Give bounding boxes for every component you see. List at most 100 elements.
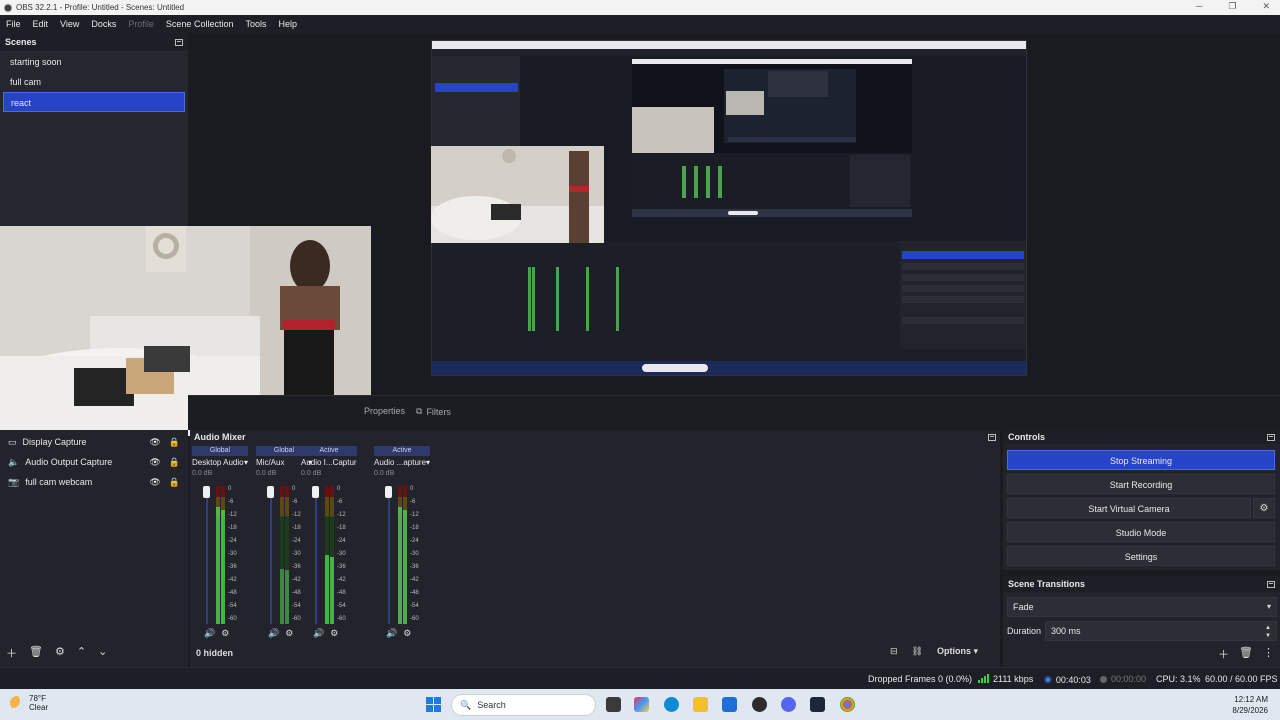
volume-slider-track[interactable]: [388, 486, 390, 624]
meter-scale-label: -60: [337, 616, 346, 622]
add-icon[interactable]: ＋: [1218, 646, 1229, 662]
meter-bar-level: [221, 510, 225, 624]
virtual-camera-settings-gear-icon[interactable]: ⚙: [1253, 498, 1275, 518]
speaker-icon[interactable]: 🔊: [386, 628, 397, 639]
weather-condition: Clear: [29, 703, 49, 712]
duration-spinbox[interactable]: 300 ms ▲ ▼: [1045, 621, 1277, 641]
speaker-icon: 🔈: [8, 456, 20, 467]
menu-view[interactable]: View: [60, 19, 79, 29]
meter-scale-label: -18: [410, 525, 419, 531]
eye-icon[interactable]: 👁: [149, 437, 160, 448]
volume-slider-track[interactable]: [315, 486, 317, 624]
bitrate-value: 2111 kbps: [993, 674, 1034, 684]
channel-settings-icon[interactable]: ⚙: [285, 628, 293, 639]
scene-item-starting-soon[interactable]: starting soon: [3, 52, 185, 72]
volume-slider-thumb[interactable]: [203, 486, 210, 498]
trash-icon[interactable]: 🗑: [29, 645, 43, 661]
windows-start-icon[interactable]: [426, 697, 442, 713]
stop-streaming-button[interactable]: Stop Streaming: [1007, 450, 1275, 470]
studio-mode-button[interactable]: Studio Mode: [1007, 522, 1275, 542]
settings-button[interactable]: Settings: [1007, 546, 1275, 566]
edge-icon[interactable]: [664, 697, 679, 712]
task-view-icon[interactable]: [606, 697, 621, 712]
mixer-options-button[interactable]: Options ▾: [937, 646, 978, 657]
menu-edit[interactable]: Edit: [33, 19, 49, 29]
maximize-icon[interactable]: ❐: [1228, 1, 1236, 12]
scene-item-react[interactable]: react: [3, 92, 185, 112]
channel-name[interactable]: Audio I...Capture▾: [301, 456, 357, 470]
close-icon[interactable]: ✕: [1262, 1, 1270, 12]
speaker-icon[interactable]: 🔊: [268, 628, 279, 639]
steam-icon[interactable]: [810, 697, 825, 712]
meter-scale-label: -18: [228, 525, 237, 531]
start-recording-button[interactable]: Start Recording: [1007, 474, 1275, 494]
mixer-header: Audio Mixer: [190, 430, 1000, 444]
meter-scale-label: 0: [337, 486, 341, 492]
tab-filters[interactable]: ⧉ Filters: [416, 406, 451, 417]
chevron-up-icon[interactable]: ⌃: [77, 645, 86, 661]
app-icon[interactable]: [752, 697, 767, 712]
source-item-webcam[interactable]: 📷 full cam webcam 👁 🔒: [0, 472, 188, 492]
speaker-icon[interactable]: 🔊: [313, 628, 324, 639]
eye-icon[interactable]: 👁: [149, 477, 160, 488]
start-virtual-camera-button[interactable]: Start Virtual Camera: [1007, 498, 1251, 518]
volume-slider-thumb[interactable]: [267, 486, 274, 498]
lock-icon[interactable]: 🔒: [169, 457, 180, 468]
layout-icon[interactable]: ⊟: [890, 646, 898, 657]
lock-icon[interactable]: 🔒: [169, 437, 180, 448]
channel-settings-icon[interactable]: ⚙: [330, 628, 338, 639]
chrome-icon[interactable]: [840, 697, 855, 712]
sources-footer: ＋ 🗑 ⚙ ⌃ ⌄: [6, 645, 107, 661]
minimize-icon[interactable]: ─: [1196, 1, 1202, 12]
source-item-audio-output[interactable]: 🔈 Audio Output Capture 👁 🔒: [0, 452, 188, 472]
scene-item-full-cam[interactable]: full cam: [3, 72, 185, 92]
meter-scale-label: -42: [410, 577, 419, 583]
menu-help[interactable]: Help: [278, 19, 297, 29]
trash-icon[interactable]: 🗑: [1239, 646, 1253, 662]
undock-icon[interactable]: [175, 38, 183, 46]
lock-icon[interactable]: 🔒: [169, 477, 180, 488]
transition-type-value: Fade: [1013, 602, 1034, 612]
channel-settings-icon[interactable]: ⚙: [403, 628, 411, 639]
transition-type-select[interactable]: Fade ▾: [1007, 597, 1277, 617]
source-item-display-capture[interactable]: ▭ Display Capture 👁 🔒: [0, 432, 188, 452]
channel-name[interactable]: Desktop Audio ▾: [192, 456, 248, 470]
meter-scale-label: -54: [292, 603, 301, 609]
link-icon[interactable]: ⛓: [912, 646, 923, 657]
filters-label: Filters: [426, 406, 451, 417]
channel-name[interactable]: Audio ...apture ▾: [374, 456, 430, 470]
menu-file[interactable]: File: [6, 19, 21, 29]
tab-properties[interactable]: Properties: [364, 406, 405, 416]
source-label: Audio Output Capture: [25, 457, 113, 467]
system-clock[interactable]: 12:12 AM 8/29/2026: [1232, 694, 1268, 716]
microsoft-store-icon[interactable]: [722, 697, 737, 712]
menu-tools[interactable]: Tools: [245, 19, 266, 29]
speaker-icon[interactable]: 🔊: [204, 628, 215, 639]
copilot-icon[interactable]: [634, 697, 649, 712]
more-icon[interactable]: ⋮: [1263, 646, 1274, 662]
meter-scale-label: 0: [292, 486, 296, 492]
menu-docks[interactable]: Docks: [91, 19, 116, 29]
meter-scale-label: -36: [228, 564, 237, 570]
channel-settings-icon[interactable]: ⚙: [221, 628, 229, 639]
gear-icon[interactable]: ⚙: [55, 645, 65, 661]
weather-widget[interactable]: 78°F Clear: [10, 694, 48, 712]
discord-icon[interactable]: [781, 697, 796, 712]
volume-slider-track[interactable]: [206, 486, 208, 624]
eye-icon[interactable]: 👁: [149, 457, 160, 468]
meter-scale-label: -36: [337, 564, 346, 570]
volume-slider-track[interactable]: [270, 486, 272, 624]
volume-slider-thumb[interactable]: [312, 486, 319, 498]
undock-icon[interactable]: [1267, 433, 1275, 441]
undock-icon[interactable]: [988, 433, 996, 441]
file-explorer-icon[interactable]: [693, 697, 708, 712]
taskbar-search-box[interactable]: 🔍 Search: [451, 694, 596, 716]
undock-icon[interactable]: [1267, 580, 1275, 588]
channel-controls: 🔊 ⚙: [301, 628, 357, 639]
menu-profile[interactable]: Profile: [128, 19, 154, 29]
chevron-down-icon: ▾: [1266, 602, 1271, 611]
volume-slider-thumb[interactable]: [385, 486, 392, 498]
chevron-down-icon[interactable]: ⌄: [98, 645, 107, 661]
add-icon[interactable]: ＋: [6, 645, 17, 661]
menu-scene-collection[interactable]: Scene Collection: [166, 19, 234, 29]
